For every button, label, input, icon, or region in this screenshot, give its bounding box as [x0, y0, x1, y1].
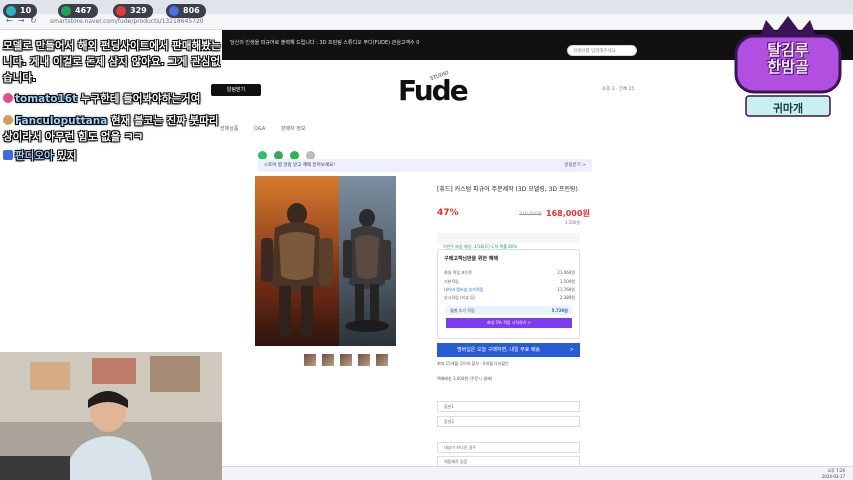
option-select-1[interactable]: 옵션1	[437, 401, 580, 412]
benefit-row-value: 2,380원	[559, 295, 575, 300]
point-value: 3,500원	[565, 220, 581, 225]
thumbnail[interactable]	[340, 354, 353, 366]
sale-price: 168,000원	[546, 209, 590, 218]
option-select-3[interactable]: 대상이 하나인 경우	[437, 442, 580, 453]
chat-message-text: 밌지	[57, 150, 77, 162]
taskbar-clock[interactable]: 오후 7:26 2024-03-17	[822, 468, 845, 479]
chevron-right-icon: >	[569, 347, 574, 353]
benefit-notice-bar[interactable]: 스토어 찜 알림 받고 혜택 받아보세요! 알림받기 >	[258, 159, 592, 172]
follower-count: 467	[75, 6, 92, 15]
figure-render-image	[255, 176, 396, 346]
stat-pill-viewers: 10	[3, 4, 38, 18]
webcam-image	[0, 352, 222, 480]
user-badge-icon	[3, 115, 13, 125]
search-placeholder: 검색어를 입력해주세요	[573, 49, 616, 54]
thumbnail[interactable]	[322, 354, 335, 366]
search-input[interactable]: 검색어를 입력해주세요	[567, 45, 637, 56]
chat-username: 판디오아	[15, 150, 54, 162]
monthly-point-row: 월별 추가 적립 5,720원	[446, 306, 572, 315]
membership-start-button[interactable]: 최대 5% 적립 시작하기 >	[446, 318, 572, 328]
chat-text: 니다. 게내 이걸로 돈제 삼지 않아요. 그게 관심없	[3, 56, 221, 68]
stat-pill-subscribers: 806	[166, 4, 206, 18]
monthly-point-label: 월별 추가 적립	[450, 308, 475, 313]
webcam-feed	[0, 352, 222, 480]
benefit-row-value: 21,460원	[557, 270, 575, 275]
youtube-count: 329	[130, 6, 147, 15]
chat-username: tomato16t	[15, 93, 78, 105]
benefit-row-label: 상시적립 (리뷰 등)	[444, 295, 476, 300]
benefit-row: 기본적립 1,500원	[444, 279, 575, 285]
store-notice: 당신의 인생을 피규어로 출력해 드립니다 : 3D 프린팅 스튜디오 푸디(F…	[230, 40, 420, 46]
subscriber-icon	[169, 6, 179, 16]
benefit-row: 최대 적립 포인트 21,460원	[444, 270, 575, 276]
benefit-notice-text: 스토어 찜 알림 받고 혜택 받아보세요!	[264, 163, 336, 168]
pencil-badge-icon	[3, 150, 13, 160]
channel-logo: 탈김루 한밤골 귀마개	[726, 12, 850, 118]
thumbnail-strip	[304, 351, 389, 370]
product-main-image[interactable]	[255, 176, 396, 346]
os-taskbar: 오후 7:26 2024-03-17	[222, 466, 853, 480]
chat-message-text: 누구한테 들어봐야하는거여	[80, 93, 201, 105]
benefit-row: 상시적립 (리뷰 등) 2,380원	[444, 295, 575, 301]
benefit-row-value: 1,500원	[559, 279, 575, 284]
shipping-estimate[interactable]: 이번주 배송 예상: 3/18(토) 도착 확률 80%	[437, 233, 580, 249]
channel-logo-text: 탈김루 한밤골	[767, 41, 809, 76]
thumbnail[interactable]	[376, 354, 389, 366]
benefit-row-value: 11,760원	[557, 287, 575, 292]
benefit-row[interactable]: 네이버 멤버십 추가적립 11,760원	[444, 287, 575, 293]
stat-pill-followers: 467	[58, 4, 98, 18]
channel-nick: 귀마개	[772, 102, 804, 115]
discount-rate: 47%	[437, 208, 459, 218]
tab-seller-info[interactable]: 판매자 정보	[281, 126, 306, 132]
benefit-notice-link[interactable]: 알림받기 >	[564, 162, 586, 168]
user-badge-icon	[3, 93, 13, 103]
stat-pill-youtube: 329	[113, 4, 153, 18]
viewer-count: 10	[20, 6, 32, 15]
thumbnail[interactable]	[304, 354, 316, 366]
benefit-row-label: 네이버 멤버십 추가적립	[444, 287, 484, 292]
chat-message: tomato16t 누구한테 들어봐야하는거여	[3, 91, 200, 106]
delivery-fee-info: 택배배송 3,000원 (주문시 결제)	[437, 376, 493, 381]
chat-text: 습니다.	[3, 72, 36, 84]
chat-message: 판디오아 밌지	[3, 148, 77, 163]
promo-text: 멤버십은 오늘 구매하면, 내일 무료 배송	[457, 347, 541, 353]
original-price: 316,000원	[519, 212, 542, 217]
youtube-icon	[116, 6, 126, 16]
monthly-point-value: 5,720원	[551, 308, 568, 313]
chat-message: Fanculoputtana 현재 블코는 진짜 붓따리	[3, 113, 219, 128]
category-nav: 전체상품 Q&A 판매자 정보	[220, 125, 305, 132]
follower-icon	[61, 6, 71, 16]
benefit-row-label: 기본적립	[444, 279, 459, 284]
alert-button[interactable]: 알림받기	[211, 84, 261, 96]
membership-promo-banner[interactable]: 멤버십은 오늘 구매하면, 내일 무료 배송 >	[437, 343, 580, 357]
chat-message-text: 현재 블코는 진짜 붓따리	[110, 115, 219, 127]
benefit-row-label: 최대 적립 포인트	[444, 270, 473, 275]
benefit-title: 구매고객님만을 위한 혜택	[444, 256, 499, 262]
chat-username: Fanculoputtana	[15, 115, 108, 127]
subscriber-count: 806	[183, 6, 200, 15]
tab-qna[interactable]: Q&A	[254, 126, 265, 132]
header-util[interactable]: 쇼핑 3 · 전체 25	[602, 86, 634, 92]
benefit-box: 구매고객님만을 위한 혜택 최대 적립 포인트 21,460원 기본적립 1,5…	[437, 249, 580, 339]
viewer-icon	[6, 6, 16, 16]
installment-info: 최대 15개월 무이자 할부 · 6개월 다자할인	[437, 361, 509, 366]
chat-text: 상이라서 아무런 힘도 없을 ㅋㅋ	[3, 131, 144, 143]
option-select-2[interactable]: 옵션2	[437, 416, 580, 427]
url-text[interactable]: smartstore.naver.com/fude/products/13218…	[50, 17, 570, 27]
taskbar-date: 2024-03-17	[821, 473, 845, 479]
thumbnail[interactable]	[358, 354, 371, 366]
product-title: [퓨드] 커스텀 피규어 주문제작 (3D 모델링, 3D 프린팅)	[437, 186, 578, 193]
tab-all-products[interactable]: 전체상품	[220, 126, 238, 132]
chat-text: 모델로 만들어서 해외 펀딩사이트에서 판매해봤는	[3, 40, 221, 52]
